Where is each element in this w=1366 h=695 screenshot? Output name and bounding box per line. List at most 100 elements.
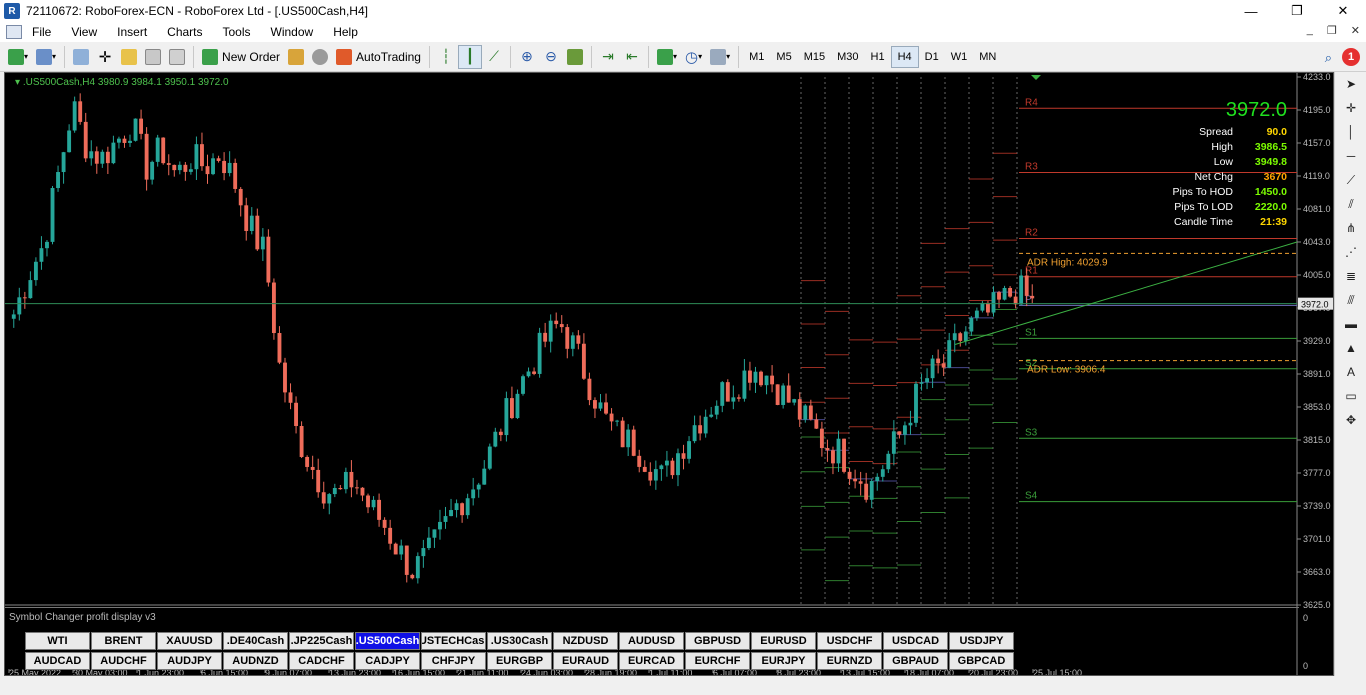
fibo-fan-tool[interactable]: ⫻ [1335,288,1366,312]
minimize-button[interactable]: — [1228,0,1274,22]
auto-scroll-button[interactable]: ⇥ [596,45,620,69]
symbol-button[interactable]: AUDCAD [25,652,90,670]
timeframe-w1[interactable]: W1 [945,46,974,68]
menu-window[interactable]: Window [261,25,324,39]
price-chart[interactable]: 4233.0 4195.0 4157.0 4119.0 4081.0 4043.0 4005… [5,73,1334,676]
maximize-button[interactable]: ❐ [1274,0,1320,22]
candle-body [598,402,603,409]
zoom-out-button[interactable]: ⊖ [539,45,563,69]
data-window-button[interactable]: ✛ [93,45,117,69]
symbol-button[interactable]: EURJPY [751,652,816,670]
symbol-button[interactable]: NZDUSD [553,632,618,650]
fibonacci-tool[interactable]: ≣ [1335,264,1366,288]
label-tool[interactable]: ▭ [1335,384,1366,408]
notification-badge[interactable]: 1 [1342,48,1360,66]
new-chart-button[interactable]: ▾ [4,45,32,69]
symbol-button[interactable]: GBPCAD [949,652,1014,670]
timeframe-mn[interactable]: MN [973,46,1002,68]
andrews-pitchfork-tool[interactable]: ⋔ [1335,216,1366,240]
symbol-button[interactable]: USDCAD [883,632,948,650]
cursor-tool[interactable]: ➤ [1335,72,1366,96]
chart-window[interactable]: 4233.0 4195.0 4157.0 4119.0 4081.0 4043.0 4005… [4,72,1334,676]
symbol-button[interactable]: WTI [25,632,90,650]
symbol-button[interactable]: EURNZD [817,652,882,670]
indicators-button[interactable]: ▾ [653,45,681,69]
menu-help[interactable]: Help [323,25,368,39]
timeframe-m15[interactable]: M15 [798,46,831,68]
vertical-line-tool[interactable]: │ [1335,120,1366,144]
symbol-button[interactable]: .US500Cash [355,632,420,650]
symbol-button[interactable]: USDCHF [817,632,882,650]
horizontal-line-tool[interactable]: ─ [1335,144,1366,168]
trendline-tool[interactable]: ⟋ [1335,168,1366,192]
candle-body [116,138,121,143]
symbol-button[interactable]: EURGBP [487,652,552,670]
tile-windows-button[interactable] [563,45,587,69]
search-icon[interactable]: ⌕ [1325,50,1332,66]
candle-body [100,151,105,164]
navigator-button[interactable] [117,45,141,69]
candlestick-button[interactable]: ┃ [457,44,482,69]
periods-button[interactable]: ◷ ▾ [681,45,706,69]
symbol-button[interactable]: AUDJPY [157,652,222,670]
symbol-button[interactable]: XAUUSD [157,632,222,650]
terminal-button[interactable] [141,45,165,69]
pivot-label: R4 [1025,97,1038,108]
timeframe-h1[interactable]: H1 [865,46,891,68]
menu-view[interactable]: View [61,25,107,39]
arrows-tool[interactable]: ✥ [1335,408,1366,432]
templates-button[interactable]: ▾ [706,45,734,69]
zoom-in-button[interactable]: ⊕ [515,45,539,69]
symbol-button[interactable]: AUDCHF [91,652,156,670]
signals-button[interactable] [308,45,332,69]
symbol-button[interactable]: EURCHF [685,652,750,670]
symbol-button[interactable]: AUDNZD [223,652,288,670]
timeframe-h4[interactable]: H4 [890,45,919,68]
mdi-close-button[interactable]: ✕ [1351,24,1360,37]
gann-fan-tool[interactable]: ⋰ [1335,240,1366,264]
timeframe-m5[interactable]: M5 [770,46,797,68]
menu-tools[interactable]: Tools [213,25,261,39]
candle-body [731,397,736,402]
bar-chart-button[interactable]: ┆ [434,45,458,69]
text-tool[interactable]: A [1335,360,1366,384]
symbol-button[interactable]: .DE40Cash [223,632,288,650]
document-icon[interactable] [6,25,22,39]
triangle-tool[interactable]: ▲ [1335,336,1366,360]
strategy-tester-button[interactable] [165,45,189,69]
channel-tool[interactable]: ⫽ [1335,192,1366,216]
symbol-button[interactable]: BRENT [91,632,156,650]
mdi-minimize-button[interactable]: _ [1307,24,1313,37]
symbol-button[interactable]: EURAUD [553,652,618,670]
symbol-button[interactable]: CHFJPY [421,652,486,670]
menu-file[interactable]: File [22,25,61,39]
new-order-button[interactable]: New Order [198,45,284,69]
symbol-button[interactable]: CADJPY [355,652,420,670]
symbol-button[interactable]: .JP225Cash [289,632,354,650]
rectangle-tool[interactable]: ▬ [1335,312,1366,336]
symbol-button[interactable]: AUDUSD [619,632,684,650]
line-chart-button[interactable]: ⟋ [482,45,506,69]
profiles-button[interactable]: ▾ [32,45,60,69]
symbol-button[interactable]: EURUSD [751,632,816,650]
close-button[interactable]: ✕ [1320,0,1366,22]
symbol-button[interactable]: GBPAUD [883,652,948,670]
mdi-restore-button[interactable]: ❐ [1327,24,1337,37]
timeframe-m1[interactable]: M1 [743,46,770,68]
symbol-button[interactable]: .US30Cash [487,632,552,650]
menu-insert[interactable]: Insert [107,25,157,39]
symbol-button[interactable]: CADCHF [289,652,354,670]
chart-shift-button[interactable]: ⇤ [620,45,644,69]
symbol-button[interactable]: GBPUSD [685,632,750,650]
symbol-button[interactable]: .USTECHCash [421,632,486,650]
candle-body [1024,275,1029,296]
autotrading-button[interactable]: AutoTrading [332,45,425,69]
crosshair-tool[interactable]: ✛ [1335,96,1366,120]
market-watch-button[interactable] [69,45,93,69]
metaeditor-button[interactable] [284,45,308,69]
symbol-button[interactable]: USDJPY [949,632,1014,650]
menu-charts[interactable]: Charts [157,25,212,39]
timeframe-m30[interactable]: M30 [831,46,864,68]
timeframe-d1[interactable]: D1 [919,46,945,68]
symbol-button[interactable]: EURCAD [619,652,684,670]
